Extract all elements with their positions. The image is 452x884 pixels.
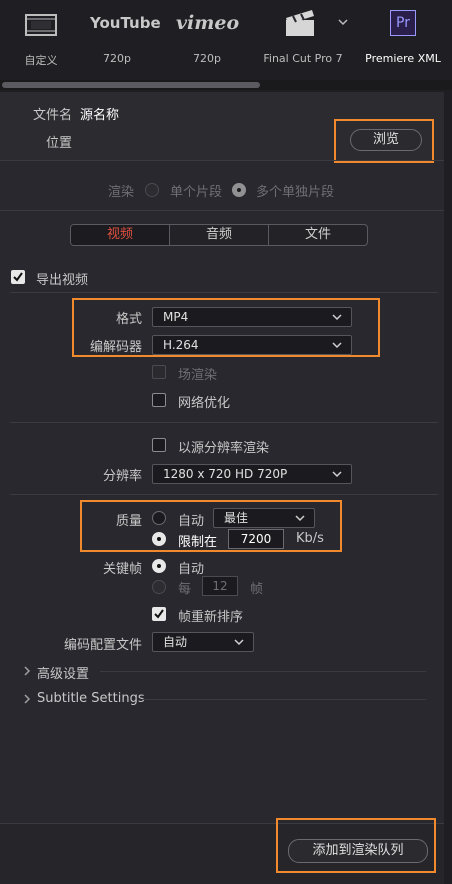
premiere-logo: Pr — [390, 10, 416, 36]
keyframe-unit: 帧 — [250, 582, 264, 597]
chevron-down-icon[interactable] — [338, 18, 348, 26]
preset-premiere[interactable]: Pr Premiere XML — [360, 0, 446, 74]
chevron-down-icon — [234, 639, 244, 646]
highlight-box-format — [72, 298, 380, 357]
premiere-logo-text: Pr — [396, 15, 410, 31]
preset-caption: 720p — [193, 52, 221, 65]
render-single-radio[interactable] — [145, 183, 159, 197]
keyframe-auto-label: 自动 — [178, 562, 205, 577]
tab-video[interactable]: 视频 — [71, 225, 170, 245]
preset-caption: 720p — [103, 52, 131, 65]
render-multi-label: 多个单独片段 — [256, 185, 335, 200]
keyframe-auto-radio[interactable] — [152, 559, 166, 573]
keyframe-label: 关键帧 — [102, 562, 142, 577]
source-resolution-checkbox[interactable] — [152, 438, 166, 452]
encode-profile-dropdown[interactable]: 自动 — [152, 632, 254, 652]
preset-caption: Premiere XML — [365, 52, 441, 65]
preset-youtube[interactable]: YouTube 720p — [84, 0, 161, 74]
divider — [0, 210, 452, 211]
preset-caption: 自定义 — [24, 54, 58, 67]
chevron-right-icon[interactable] — [22, 694, 32, 704]
divider — [10, 422, 438, 423]
advanced-settings-header[interactable]: 高级设置 — [37, 663, 89, 682]
location-label: 位置 — [45, 136, 72, 151]
highlight-box-quality — [80, 500, 342, 552]
divider — [10, 494, 438, 495]
preset-finalcut[interactable]: Final Cut Pro 7 — [262, 0, 348, 74]
preset-scrollbar-thumb[interactable] — [2, 82, 260, 88]
keyframe-every-input[interactable]: 12 — [202, 576, 238, 596]
frame-reorder-checkbox[interactable] — [152, 607, 166, 621]
resolution-label: 分辨率 — [102, 469, 142, 484]
preset-custom[interactable]: 自定义 — [8, 0, 74, 74]
checkmark-icon — [154, 609, 164, 619]
field-render-checkbox[interactable] — [152, 365, 166, 379]
film-strip-icon — [25, 14, 57, 36]
highlight-box-add-queue — [276, 818, 436, 873]
checkmark-icon — [13, 272, 23, 282]
tab-file[interactable]: 文件 — [269, 225, 367, 245]
resolution-value: 1280 x 720 HD 720P — [163, 467, 288, 481]
resolution-dropdown[interactable]: 1280 x 720 HD 720P — [152, 464, 352, 484]
export-video-label: 导出视频 — [36, 273, 89, 288]
field-render-label: 场渲染 — [178, 368, 218, 383]
encode-profile-label: 编码配置文件 — [63, 638, 142, 653]
chevron-right-icon[interactable] — [22, 666, 32, 676]
divider — [142, 699, 426, 700]
frame-reorder-label: 帧重新排序 — [178, 610, 244, 625]
chevron-down-icon — [332, 471, 342, 478]
divider — [100, 671, 426, 672]
render-label: 渲染 — [108, 185, 135, 200]
render-single-label: 单个片段 — [170, 185, 223, 200]
panel-scrollbar[interactable] — [444, 92, 452, 884]
subtitle-settings-header[interactable]: Subtitle Settings — [37, 691, 145, 706]
preset-vimeo[interactable]: vimeo 720p — [170, 0, 244, 74]
filename-label: 文件名 — [32, 108, 72, 123]
highlight-box-browse — [334, 119, 434, 163]
tab-audio[interactable]: 音频 — [170, 225, 269, 245]
youtube-logo-text: YouTube — [90, 14, 161, 32]
network-optimization-checkbox[interactable] — [152, 393, 166, 407]
export-video-checkbox[interactable] — [11, 270, 25, 284]
source-resolution-label: 以源分辨率渲染 — [178, 441, 270, 456]
settings-tabs: 视频 音频 文件 — [70, 224, 368, 246]
vimeo-logo: vimeo — [176, 12, 240, 34]
encode-profile-value: 自动 — [163, 635, 188, 649]
keyframe-every-label: 每 — [178, 582, 192, 597]
youtube-logo: YouTube — [90, 12, 161, 36]
filename-value[interactable]: 源名称 — [80, 104, 119, 123]
preset-caption: Final Cut Pro 7 — [263, 52, 343, 65]
divider — [10, 292, 438, 293]
network-optimization-label: 网络优化 — [178, 396, 231, 411]
keyframe-every-radio[interactable] — [152, 580, 166, 594]
render-multi-radio[interactable] — [232, 183, 246, 197]
clapperboard-icon — [286, 10, 314, 36]
divider — [0, 160, 452, 161]
